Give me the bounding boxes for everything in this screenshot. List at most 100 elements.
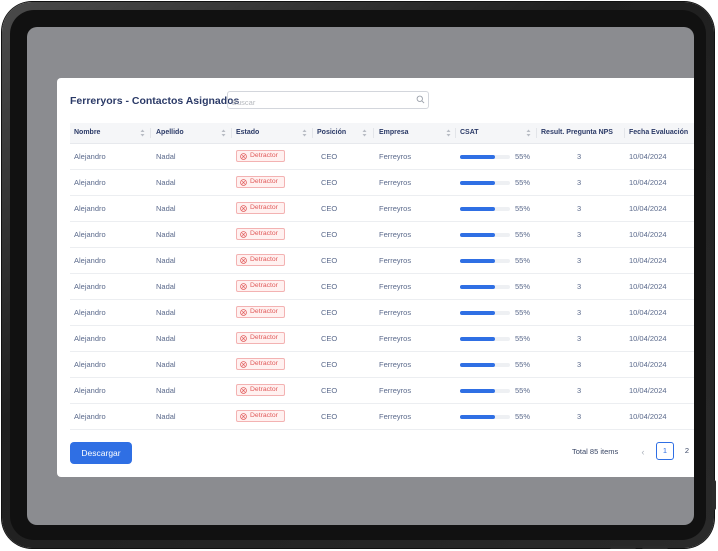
csat-progress-bar <box>460 389 510 393</box>
cell-csat: 55% <box>515 412 531 421</box>
cell-csat: 55% <box>515 334 531 343</box>
table-row[interactable]: Alejandro Nadal Detractor CEO Ferreyros 55% 3 1… <box>70 300 694 326</box>
cell-nombre: Alejandro <box>74 204 106 213</box>
csat-progress-fill <box>460 311 495 315</box>
cell-apellido: Nadal <box>156 360 176 369</box>
status-label: Detractor <box>250 412 278 419</box>
status-badge: Detractor <box>236 176 285 188</box>
status-badge: Detractor <box>236 150 285 162</box>
cell-nps: 3 <box>577 282 582 291</box>
page-1-button[interactable]: 1 <box>656 442 674 460</box>
cell-apellido: Nadal <box>156 230 176 239</box>
cell-posicion: CEO <box>321 230 338 239</box>
table-row[interactable]: Alejandro Nadal Detractor CEO Ferreyros 55% 3 1… <box>70 404 694 430</box>
csat-progress-bar <box>460 259 510 263</box>
status-label: Detractor <box>250 308 278 315</box>
table-row[interactable]: Alejandro Nadal Detractor CEO Ferreyros 55% 3 1… <box>70 196 694 222</box>
cell-nombre: Alejandro <box>74 412 106 421</box>
cell-csat: 55% <box>515 178 531 187</box>
status-label: Detractor <box>250 178 278 185</box>
status-label: Detractor <box>250 230 278 237</box>
sort-icon[interactable] <box>140 129 145 137</box>
column-header[interactable]: Empresa <box>379 123 409 143</box>
csat-progress-bar <box>460 337 510 341</box>
cell-fecha: 10/04/2024 <box>629 334 667 343</box>
sort-icon[interactable] <box>362 129 367 137</box>
column-divider <box>455 128 456 138</box>
column-divider <box>373 128 374 138</box>
status-label: Detractor <box>250 152 278 159</box>
cell-nps: 3 <box>577 152 582 161</box>
column-header[interactable]: CSAT <box>460 123 479 143</box>
csat-progress-fill <box>460 155 495 159</box>
cell-empresa: Ferreyros <box>379 360 412 369</box>
cell-nps: 3 <box>577 204 582 213</box>
cell-apellido: Nadal <box>156 412 176 421</box>
cell-nombre: Alejandro <box>74 178 106 187</box>
cell-nps: 3 <box>577 308 582 317</box>
column-header[interactable]: Result. Pregunta NPS <box>541 123 613 143</box>
status-label: Detractor <box>250 360 278 367</box>
cell-fecha: 10/04/2024 <box>629 256 667 265</box>
cell-fecha: 10/04/2024 <box>629 178 667 187</box>
table-row[interactable]: Alejandro Nadal Detractor CEO Ferreyros 55% 3 1… <box>70 170 694 196</box>
table-body: Alejandro Nadal Detractor CEO Ferreyros 55% 3 1… <box>70 144 694 430</box>
close-circle-icon <box>240 230 247 238</box>
csat-progress-fill <box>460 389 495 393</box>
sort-icon[interactable] <box>221 129 226 137</box>
column-divider <box>231 128 232 138</box>
cell-empresa: Ferreyros <box>379 204 412 213</box>
sort-icon[interactable] <box>526 129 531 137</box>
search-icon[interactable] <box>416 95 425 104</box>
column-divider <box>536 128 537 138</box>
table-row[interactable]: Alejandro Nadal Detractor CEO Ferreyros 55% 3 1… <box>70 326 694 352</box>
cell-apellido: Nadal <box>156 308 176 317</box>
table-row[interactable]: Alejandro Nadal Detractor CEO Ferreyros 55% 3 1… <box>70 144 694 170</box>
column-divider <box>150 128 151 138</box>
table-row[interactable]: Alejandro Nadal Detractor CEO Ferreyros 55% 3 1… <box>70 274 694 300</box>
cell-apellido: Nadal <box>156 282 176 291</box>
bottom-button <box>642 546 668 549</box>
csat-progress-fill <box>460 337 495 341</box>
csat-progress-bar <box>460 415 510 419</box>
table-row[interactable]: Alejandro Nadal Detractor CEO Ferreyros 55% 3 1… <box>70 248 694 274</box>
cell-fecha: 10/04/2024 <box>629 412 667 421</box>
table-row[interactable]: Alejandro Nadal Detractor CEO Ferreyros 55% 3 1… <box>70 378 694 404</box>
table-row[interactable]: Alejandro Nadal Detractor CEO Ferreyros 55% 3 1… <box>70 352 694 378</box>
csat-progress-bar <box>460 233 510 237</box>
column-header[interactable]: Estado <box>236 123 259 143</box>
status-badge: Detractor <box>236 332 285 344</box>
cell-posicion: CEO <box>321 204 338 213</box>
cell-nps: 3 <box>577 360 582 369</box>
cell-posicion: CEO <box>321 152 338 161</box>
cell-nombre: Alejandro <box>74 256 106 265</box>
table-header: Nombre Apellido Estado Posición Empresa CSAT R… <box>70 123 694 144</box>
cell-csat: 55% <box>515 282 531 291</box>
sort-icon[interactable] <box>446 129 451 137</box>
cell-nombre: Alejandro <box>74 386 106 395</box>
status-badge: Detractor <box>236 254 285 266</box>
cell-nombre: Alejandro <box>74 360 106 369</box>
cell-csat: 55% <box>515 204 531 213</box>
tablet-frame: Ferreryors - Contactos Asignados NombreA… <box>2 2 716 549</box>
search-input[interactable] <box>232 95 402 110</box>
cell-csat: 55% <box>515 386 531 395</box>
total-items: Total 85 items <box>572 447 619 456</box>
table-row[interactable]: Alejandro Nadal Detractor CEO Ferreyros 55% 3 1… <box>70 222 694 248</box>
search-box[interactable] <box>227 91 429 110</box>
csat-progress-fill <box>460 181 495 185</box>
chevron-left-icon[interactable]: ‹ <box>637 444 649 460</box>
sort-icon[interactable] <box>302 129 307 137</box>
column-header[interactable]: Fecha Evaluación <box>629 123 688 143</box>
column-header[interactable]: Nombre <box>74 123 100 143</box>
close-circle-icon <box>240 386 247 394</box>
download-button[interactable]: Descargar <box>70 442 132 464</box>
column-header[interactable]: Apellido <box>156 123 184 143</box>
cell-posicion: CEO <box>321 412 338 421</box>
side-button <box>712 480 716 510</box>
cell-empresa: Ferreyros <box>379 178 412 187</box>
close-circle-icon <box>240 282 247 290</box>
status-badge: Detractor <box>236 280 285 292</box>
page-2-button[interactable]: 2 <box>680 442 694 460</box>
column-header[interactable]: Posición <box>317 123 346 143</box>
